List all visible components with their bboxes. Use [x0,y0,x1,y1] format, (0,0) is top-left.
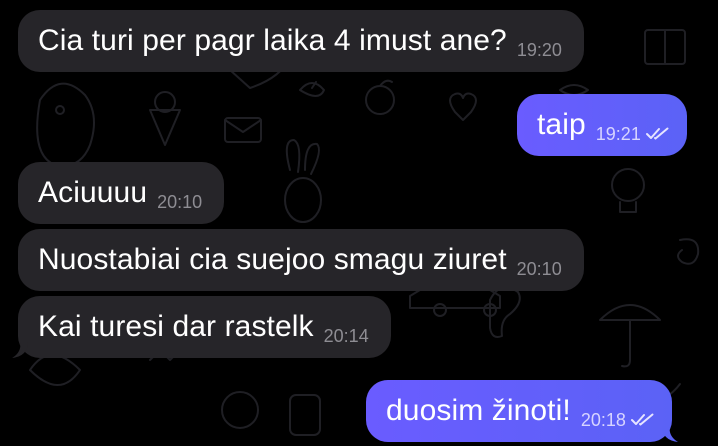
message-time: 20:10 [157,192,203,212]
double-check-icon [645,127,669,140]
message-bubble-incoming[interactable]: Cia turi per pagr laika 4 imust ane? 19:… [18,10,584,72]
message-meta: 20:10 [157,192,202,212]
message-bubble-outgoing[interactable]: duosim žinoti! 20:18 [366,380,678,442]
message-time: 19:21 [595,124,641,144]
double-check-icon [630,413,654,426]
message-time: 20:10 [516,259,562,279]
message-time: 20:18 [580,410,626,430]
message-text: Kai turesi dar rastelk [38,310,314,343]
message-list: Cia turi per pagr laika 4 imust ane? 19:… [0,0,718,446]
bubble-tail-icon [12,342,28,358]
message-text: Cia turi per pagr laika 4 imust ane? [38,24,507,57]
message-bubble-outgoing[interactable]: taip 19:21 [517,94,687,156]
message-meta: 20:18 [581,410,656,430]
message-text: taip [537,108,586,141]
message-meta: 19:20 [517,40,562,60]
message-text: Nuostabiai cia suejoo smagu ziuret [38,243,507,276]
message-time: 19:20 [516,40,562,60]
message-bubble-incoming[interactable]: Nuostabiai cia suejoo smagu ziuret 20:10 [18,229,584,291]
message-meta: 20:14 [324,326,369,346]
message-meta: 19:21 [596,124,671,144]
message-time: 20:14 [323,326,369,346]
message-bubble-incoming[interactable]: Kai turesi dar rastelk 20:14 [12,296,391,358]
message-meta: 20:10 [517,259,562,279]
message-bubble-incoming[interactable]: Aciuuuu 20:10 [18,162,225,224]
bubble-tail-icon [661,426,678,442]
message-text: duosim žinoti! [386,394,571,427]
message-text: Aciuuuu [38,176,148,209]
